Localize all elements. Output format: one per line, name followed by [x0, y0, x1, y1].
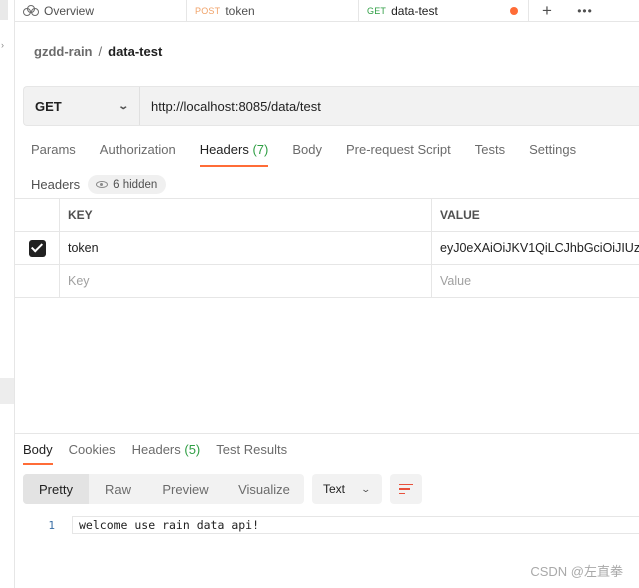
breadcrumb-collection[interactable]: gzdd-rain — [34, 44, 93, 59]
method-select[interactable]: GET ⌄ — [24, 87, 140, 125]
tab-count: (7) — [252, 142, 269, 157]
tab-label: Test Results — [216, 442, 288, 457]
table-row: token eyJ0eXAiOiJKV1QiLCJhbGciOiJIUzI — [15, 232, 639, 265]
view-mode-visualize[interactable]: Visualize — [224, 474, 304, 504]
tab-count: (5) — [184, 442, 201, 457]
header-key-field[interactable]: token — [60, 232, 432, 264]
column-header-key: KEY — [60, 199, 432, 231]
hidden-headers-toggle[interactable]: 6 hidden — [88, 175, 167, 194]
tab-overview[interactable]: Overview — [15, 0, 187, 22]
wrap-lines-button[interactable] — [390, 474, 422, 504]
breadcrumb-separator: / — [98, 44, 103, 59]
sidebar-strip: › — [0, 0, 15, 588]
tab-settings[interactable]: Settings — [529, 142, 576, 166]
tab-tests[interactable]: Tests — [475, 142, 505, 166]
chevron-right-icon[interactable]: › — [1, 40, 4, 50]
table-row-empty: Key Value — [15, 265, 639, 298]
response-tab-body[interactable]: Body — [23, 442, 53, 465]
tab-token[interactable]: POST token — [187, 0, 359, 22]
format-select[interactable]: Text ⌄ — [312, 474, 382, 504]
new-tab-plus-icon[interactable]: + — [529, 0, 565, 22]
overview-icon — [23, 5, 39, 17]
chevron-down-icon: ⌄ — [116, 100, 129, 112]
tab-authorization[interactable]: Authorization — [100, 142, 176, 166]
checkbox-column-header — [15, 199, 60, 231]
tab-label: Headers — [131, 442, 181, 457]
tab-label: Authorization — [99, 142, 176, 157]
url-input[interactable]: http://localhost:8085/data/test — [140, 99, 321, 114]
new-value-input[interactable]: Value — [432, 265, 639, 297]
tab-body[interactable]: Body — [292, 142, 322, 166]
header-enabled-checkbox[interactable] — [28, 239, 46, 257]
tab-label: Body — [292, 142, 322, 157]
row-check-cell — [15, 232, 60, 264]
headers-title: Headers — [31, 177, 81, 192]
table-header-row: KEY VALUE — [15, 199, 639, 232]
tab-label: Overview — [44, 4, 95, 18]
view-mode-preview[interactable]: Preview — [147, 474, 224, 504]
response-body-line: 1 welcome use rain data api! — [15, 516, 639, 534]
row-check-cell — [15, 265, 60, 297]
view-mode-segmented-control: Pretty Raw Preview Visualize — [23, 474, 304, 504]
tab-label: Body — [23, 442, 53, 457]
breadcrumb: gzdd-rain / data-test — [34, 44, 162, 59]
tab-bar: Overview POST token GET data-test + ••• — [15, 0, 639, 22]
tab-label: Headers — [199, 142, 249, 157]
response-tabs: Body Cookies Headers (5) Test Results — [23, 442, 303, 465]
unsaved-dot-icon — [510, 7, 518, 15]
view-mode-pretty[interactable]: Pretty — [23, 474, 89, 504]
format-value: Text — [323, 482, 346, 496]
breadcrumb-request-name[interactable]: data-test — [108, 44, 162, 59]
method-value: GET — [35, 98, 62, 114]
watermark: CSDN @左直拳 — [530, 564, 623, 579]
tab-label: Pre-request Script — [345, 142, 451, 157]
response-tab-test-results[interactable]: Test Results — [216, 442, 287, 464]
response-divider[interactable] — [15, 433, 639, 434]
tab-label: Params — [31, 142, 76, 157]
chevron-down-icon: ⌄ — [360, 483, 372, 494]
tab-label: Cookies — [68, 442, 116, 457]
header-value-field[interactable]: eyJ0eXAiOiJKV1QiLCJhbGciOiJIUzI — [432, 232, 639, 264]
response-tab-cookies[interactable]: Cookies — [69, 442, 116, 464]
headers-table: KEY VALUE token eyJ0eXAiOiJKV1QiLCJhbGci… — [15, 198, 639, 298]
response-body-text[interactable]: welcome use rain data api! — [72, 516, 639, 534]
more-options-icon[interactable]: ••• — [565, 0, 605, 22]
tab-label: data-test — [391, 4, 438, 18]
line-number: 1 — [48, 518, 55, 532]
eye-icon — [96, 181, 109, 188]
response-tab-headers[interactable]: Headers (5) — [132, 442, 201, 464]
tab-label: token — [225, 4, 255, 18]
tab-headers[interactable]: Headers (7) — [199, 142, 269, 167]
tab-label: Settings — [529, 142, 577, 157]
new-key-input[interactable]: Key — [60, 265, 432, 297]
view-mode-raw[interactable]: Raw — [89, 474, 147, 504]
tab-params[interactable]: Params — [31, 142, 76, 166]
wrap-lines-icon — [399, 483, 413, 495]
tab-method: GET — [367, 6, 387, 16]
tab-data-test[interactable]: GET data-test — [359, 0, 529, 22]
tab-label: Tests — [474, 142, 506, 157]
sidebar-selected-item[interactable] — [0, 378, 14, 404]
url-bar: GET ⌄ http://localhost:8085/data/test — [23, 86, 639, 126]
sidebar-top-block — [0, 0, 8, 20]
tab-pre-request-script[interactable]: Pre-request Script — [346, 142, 451, 166]
request-tabs: Params Authorization Headers (7) Body Pr… — [31, 142, 600, 167]
hidden-count: 6 hidden — [113, 178, 158, 191]
tab-method: POST — [195, 6, 221, 16]
headers-section-header: Headers 6 hidden — [31, 175, 167, 194]
column-header-value: VALUE — [440, 208, 480, 222]
